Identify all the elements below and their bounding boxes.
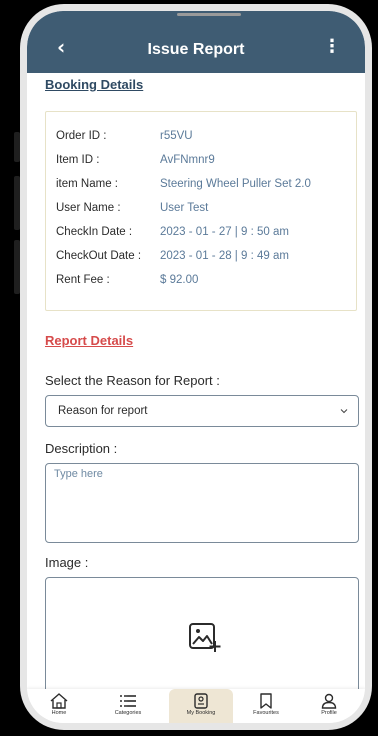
report-details-heading: Report Details (45, 333, 134, 348)
nav-label-my-booking: My Booking (186, 710, 216, 716)
nav-item-favourites[interactable]: Favourites (241, 689, 291, 723)
description-label: Description : (45, 441, 118, 456)
detail-key: CheckIn Date : (56, 226, 133, 238)
detail-key: CheckOut Date : (56, 250, 142, 262)
home-icon (50, 693, 68, 709)
detail-value: 2023 - 01 - 28 | 9 : 49 am (160, 250, 289, 262)
detail-key: item Name : (56, 178, 118, 190)
page-title: Issue Report (147, 41, 245, 58)
detail-key: User Name : (56, 202, 121, 214)
nav-label-categories: Categories (114, 710, 142, 716)
reason-select[interactable]: Reason for report (45, 395, 359, 427)
nav-item-home[interactable]: Home (35, 689, 83, 723)
detail-value: User Test (160, 202, 209, 214)
phone-frame: ‹ Issue Report ⋮ Booking Details Order I… (20, 4, 372, 730)
more-vertical-icon[interactable]: ⋮ (323, 38, 341, 56)
nav-item-categories[interactable]: Categories (99, 689, 157, 723)
nav-label-home: Home (51, 710, 67, 716)
nav-label-favourites: Favourites (253, 710, 279, 716)
image-upload-area[interactable] (45, 577, 359, 707)
nav-label-profile: Profile (321, 710, 337, 716)
speaker-notch (177, 13, 241, 16)
booking-details-heading: Booking Details (45, 77, 144, 92)
bookmark-icon (260, 693, 272, 709)
booking-details-card: Order ID : r55VU Item ID : AvFNmnr9 item… (45, 111, 357, 311)
booking-icon (194, 693, 208, 709)
description-placeholder: Type here (54, 468, 103, 480)
nav-item-my-booking[interactable]: My Booking (169, 689, 233, 723)
app-screen: ‹ Issue Report ⋮ Booking Details Order I… (27, 11, 365, 723)
user-icon (321, 693, 337, 709)
detail-key: Order ID : (56, 130, 107, 142)
image-label: Image : (45, 555, 89, 570)
detail-key: Rent Fee : (56, 274, 110, 286)
list-icon (120, 695, 136, 707)
detail-value: r55VU (160, 130, 193, 142)
detail-value: AvFNmnr9 (160, 154, 215, 166)
description-field[interactable]: Type here (45, 463, 359, 543)
app-bar: ‹ Issue Report ⋮ (27, 11, 365, 73)
detail-value: $ 92.00 (160, 274, 199, 286)
detail-key: Item ID : (56, 154, 100, 166)
reason-selected-value: Reason for report (58, 405, 148, 417)
detail-value: Steering Wheel Puller Set 2.0 (160, 178, 311, 190)
bottom-navigation: Home Categories My Booking Favourites Pr… (27, 689, 365, 723)
chevron-down-icon (340, 409, 348, 414)
add-image-icon[interactable] (188, 620, 222, 654)
detail-value: 2023 - 01 - 27 | 9 : 50 am (160, 226, 289, 238)
reason-label: Select the Reason for Report : (45, 373, 220, 388)
nav-item-profile[interactable]: Profile (307, 689, 351, 723)
